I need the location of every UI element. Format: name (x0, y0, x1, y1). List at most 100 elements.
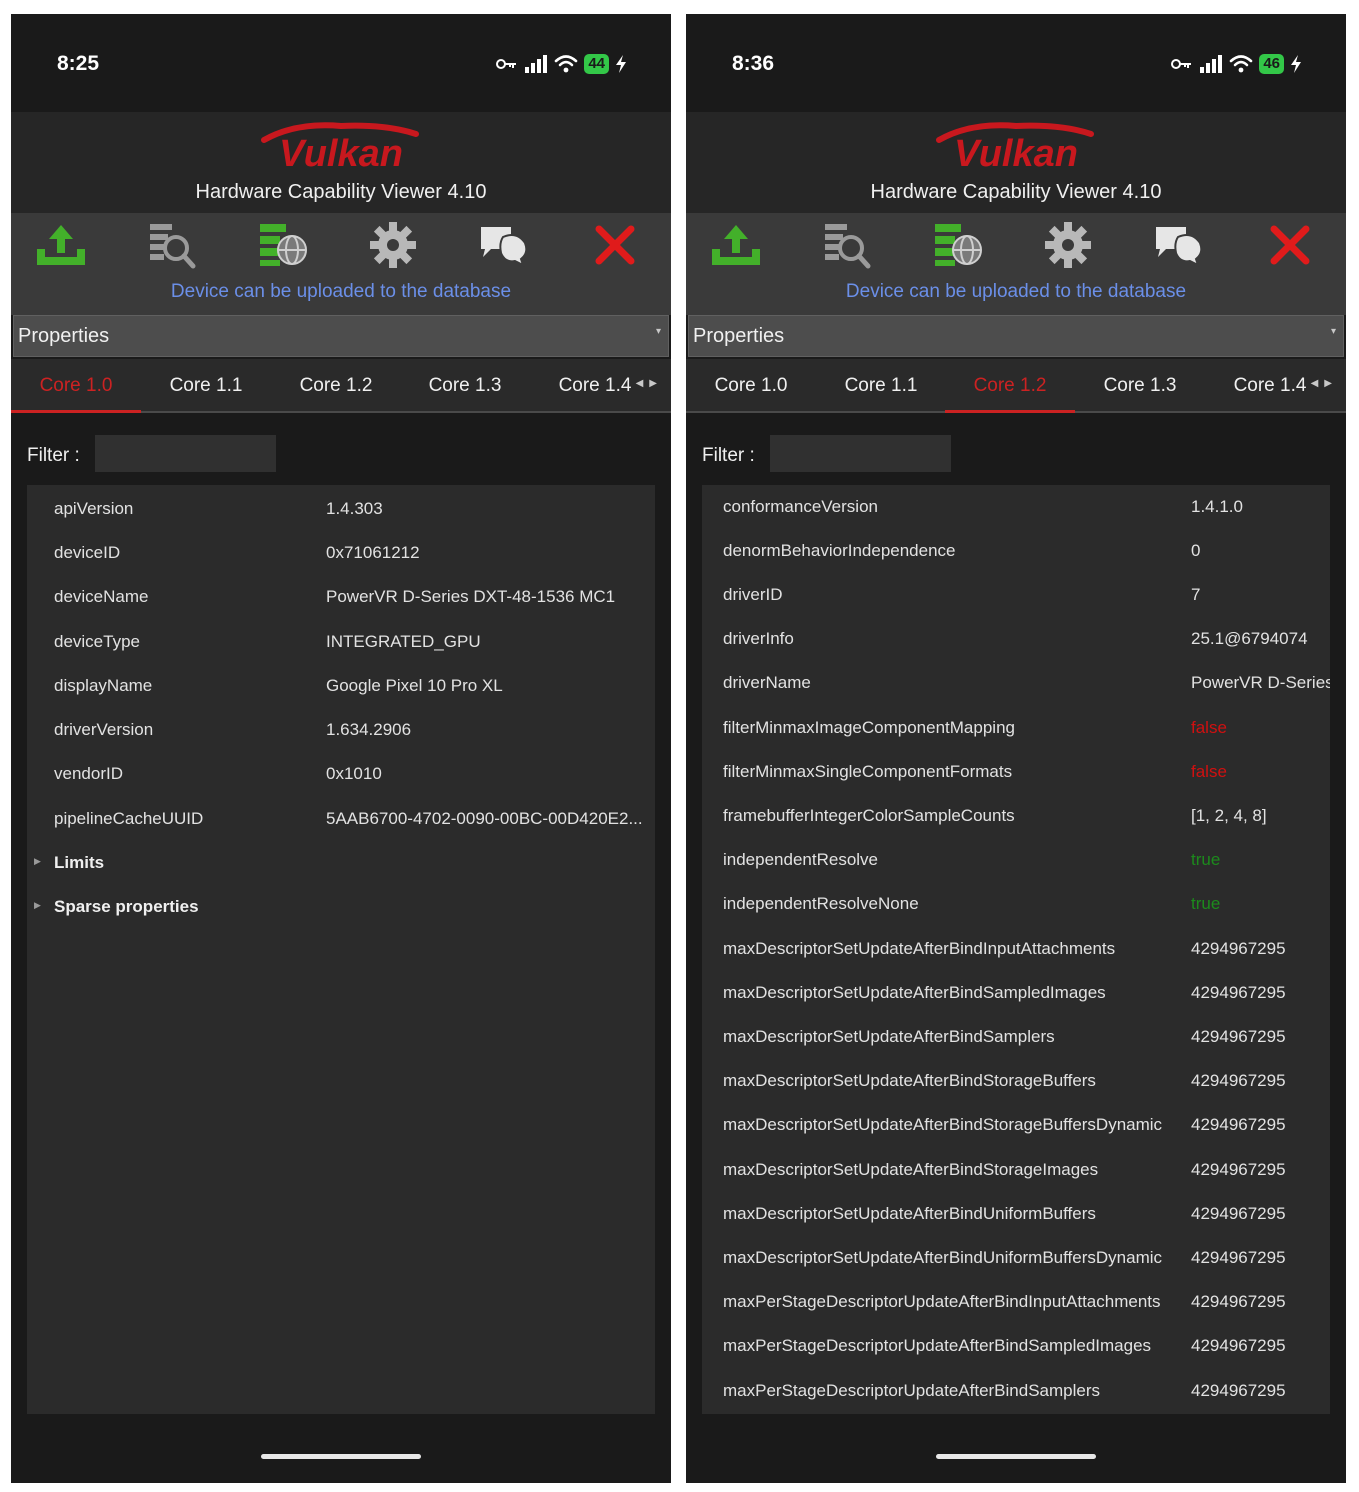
settings-button[interactable] (1040, 219, 1096, 271)
property-value: Google Pixel 10 Pro XL (326, 676, 503, 695)
property-value: 0x1010 (326, 764, 382, 783)
property-key: filterMinmaxImageComponentMapping (723, 718, 1015, 737)
search-report-icon (150, 224, 196, 269)
property-row: maxPerStageDescriptorUpdateAfterBindSamp… (702, 1369, 1330, 1413)
filter-label: Filter : (702, 445, 755, 466)
status-bar: 8:25 44 (11, 14, 671, 112)
property-row: deviceName PowerVR D-Series DXT-48-1536 … (27, 575, 655, 619)
upload-button[interactable] (33, 219, 89, 271)
feedback-button[interactable] (476, 219, 532, 271)
group-row-limits[interactable]: ▶ Limits (27, 841, 655, 885)
property-row: conformanceVersion 1.4.1.0 (702, 485, 1330, 529)
tab-core-1-0[interactable]: Core 1.0 (11, 359, 141, 413)
phone-screen-left: 8:25 44 Vulkan Hardware Capability Viewe (11, 14, 671, 1483)
settings-gear-icon (1045, 222, 1091, 268)
tab-core-1-3[interactable]: Core 1.3 (400, 359, 530, 413)
property-key: maxDescriptorSetUpdateAfterBindUniformBu… (723, 1248, 1163, 1267)
property-value: 7 (1191, 585, 1201, 604)
property-key: driverVersion (54, 720, 154, 739)
status-time: 8:25 (57, 52, 100, 75)
group-label: Sparse properties (54, 897, 199, 916)
property-row: driverName PowerVR D-Series (702, 661, 1330, 705)
property-value: 4294967295 (1191, 1115, 1286, 1134)
property-value: PowerVR D-Series DXT-48-1536 MC1 (326, 587, 616, 606)
logo-wordmark: Vulkan (954, 133, 1078, 175)
property-value: 4294967295 (1191, 983, 1286, 1002)
property-key: vendorID (54, 764, 123, 783)
upload-button[interactable] (708, 219, 764, 271)
properties-panel: conformanceVersion 1.4.1.0 denormBehavio… (702, 485, 1330, 1414)
database-button[interactable] (255, 219, 311, 271)
charging-bolt-icon (615, 55, 627, 73)
category-dropdown[interactable]: Properties ▾ (13, 315, 669, 357)
category-dropdown[interactable]: Properties ▾ (688, 315, 1344, 357)
property-row: driverInfo 25.1@6794074 (702, 617, 1330, 661)
wifi-icon (554, 55, 578, 73)
property-row: maxDescriptorSetUpdateAfterBindSamplers … (702, 1015, 1330, 1059)
close-button[interactable] (1262, 219, 1318, 271)
tab-core-1-1[interactable]: Core 1.1 (141, 359, 271, 413)
tab-core-1-2[interactable]: Core 1.2 (271, 359, 401, 413)
filter-label: Filter : (27, 445, 80, 466)
database-globe-icon (260, 224, 307, 266)
group-row-sparse-properties[interactable]: ▶ Sparse properties (27, 885, 655, 929)
property-row: filterMinmaxSingleComponentFormats false (702, 750, 1330, 794)
property-row: maxDescriptorSetUpdateAfterBindUniformBu… (702, 1192, 1330, 1236)
view-report-button[interactable] (819, 219, 875, 271)
view-report-button[interactable] (144, 219, 200, 271)
home-indicator[interactable] (261, 1454, 421, 1459)
close-button[interactable] (587, 219, 643, 271)
property-row: maxDescriptorSetUpdateAfterBindInputAtta… (702, 927, 1330, 971)
core-version-tabs: Core 1.0 Core 1.1 Core 1.2 Core 1.3 Core… (11, 359, 671, 413)
property-row: independentResolveNone true (702, 882, 1330, 926)
dropdown-caret-icon: ▾ (655, 326, 661, 337)
toolbar (686, 213, 1346, 277)
property-row: maxDescriptorSetUpdateAfterBindSampledIm… (702, 971, 1330, 1015)
status-bar: 8:36 46 (686, 14, 1346, 112)
property-key: maxDescriptorSetUpdateAfterBindSampledIm… (723, 983, 1106, 1002)
property-row: denormBehaviorIndependence 0 (702, 529, 1330, 573)
property-key: maxDescriptorSetUpdateAfterBindStorageBu… (723, 1071, 1096, 1090)
property-value: 0 (1191, 541, 1201, 560)
property-value: 0x71061212 (326, 543, 420, 562)
filter-input[interactable] (95, 435, 276, 472)
vulkan-logo: Vulkan (686, 120, 1346, 180)
battery-icon: 46 (1259, 54, 1284, 74)
property-row: deviceID 0x71061212 (27, 531, 655, 575)
feedback-button[interactable] (1151, 219, 1207, 271)
property-key: independentResolve (723, 850, 879, 869)
search-report-icon (825, 224, 871, 269)
property-row: displayName Google Pixel 10 Pro XL (27, 664, 655, 708)
chat-bubbles-icon (481, 227, 528, 267)
property-row: maxPerStageDescriptorUpdateAfterBindSamp… (702, 1324, 1330, 1368)
property-row: pipelineCacheUUID 5AAB6700-4702-0090-00B… (27, 797, 655, 841)
database-button[interactable] (930, 219, 986, 271)
tab-core-1-2[interactable]: Core 1.2 (945, 359, 1075, 413)
property-row: vendorID 0x1010 (27, 752, 655, 796)
expand-arrow-icon: ▶ (34, 856, 41, 866)
core-version-tabs: Core 1.0 Core 1.1 Core 1.2 Core 1.3 Core… (686, 359, 1346, 413)
battery-icon: 44 (584, 54, 609, 74)
phone-screen-right: 8:36 46 Vulkan Hardware Capability Viewe (686, 14, 1346, 1483)
filter-input[interactable] (770, 435, 951, 472)
tab-core-1-0[interactable]: Core 1.0 (686, 359, 816, 413)
app-header: Vulkan Hardware Capability Viewer 4.10 (11, 112, 671, 213)
cellular-signal-icon (1199, 55, 1223, 73)
home-indicator[interactable] (936, 1454, 1096, 1459)
property-row: maxDescriptorSetUpdateAfterBindStorageBu… (702, 1059, 1330, 1103)
property-key: deviceType (54, 632, 140, 651)
property-row: independentResolve true (702, 838, 1330, 882)
settings-button[interactable] (365, 219, 421, 271)
property-value: [1, 2, 4, 8] (1191, 806, 1267, 825)
tab-core-1-3[interactable]: Core 1.3 (1075, 359, 1205, 413)
property-row: deviceType INTEGRATED_GPU (27, 620, 655, 664)
property-value: PowerVR D-Series (1191, 673, 1330, 692)
tab-scroll-arrows-icon[interactable]: ◀▶ (636, 378, 663, 389)
tab-core-1-1[interactable]: Core 1.1 (816, 359, 946, 413)
property-row: driverID 7 (702, 573, 1330, 617)
tab-scroll-arrows-icon[interactable]: ◀▶ (1311, 378, 1338, 389)
property-row: maxPerStageDescriptorUpdateAfterBindInpu… (702, 1280, 1330, 1324)
property-value: INTEGRATED_GPU (326, 632, 481, 651)
status-icons: 44 (496, 52, 627, 76)
app-title: Hardware Capability Viewer 4.10 (195, 181, 487, 203)
